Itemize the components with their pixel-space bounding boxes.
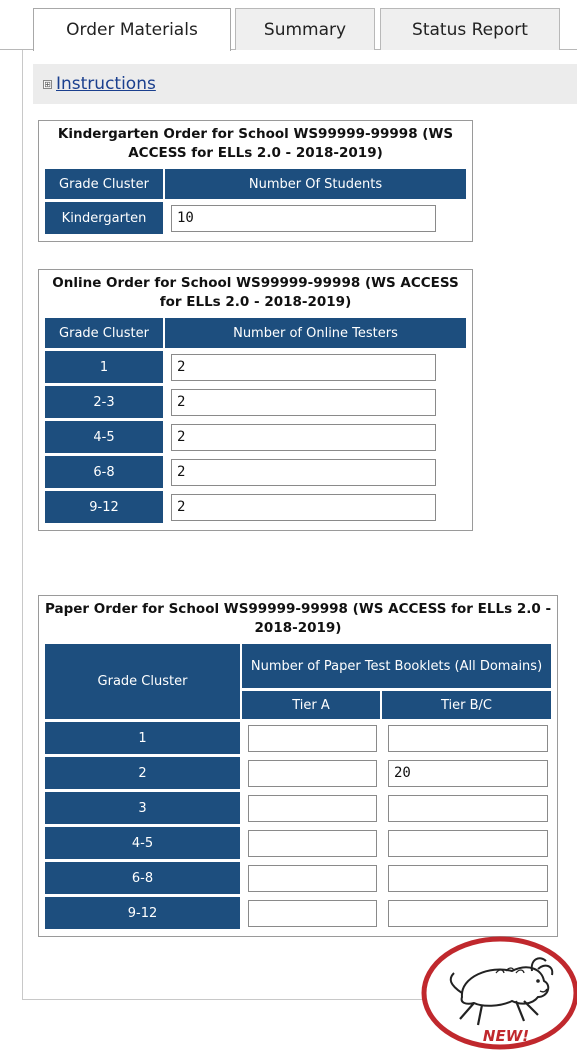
column-header-tier-bc: Tier B/C <box>382 691 551 719</box>
table-row: 3 <box>45 792 551 824</box>
tier-a-input[interactable] <box>248 899 377 927</box>
running-buffalo-icon: NEW! <box>421 936 577 1050</box>
row-label: 4-5 <box>45 421 163 453</box>
table-row: 1 <box>45 722 551 754</box>
table-row: 6-8 <box>45 456 466 488</box>
tab-status-report[interactable]: Status Report <box>380 8 560 50</box>
tier-bc-input[interactable] <box>388 759 548 787</box>
online-testers-input[interactable] <box>171 388 436 416</box>
paper-order-box: Paper Order for School WS99999-99998 (WS… <box>38 595 558 937</box>
table-row: 2 <box>45 757 551 789</box>
paper-table: Grade Cluster Number of Paper Test Bookl… <box>43 641 553 932</box>
row-label: Kindergarten <box>45 202 163 234</box>
tier-bc-input[interactable] <box>388 794 548 822</box>
tier-a-input[interactable] <box>248 759 377 787</box>
tier-bc-input[interactable] <box>388 829 548 857</box>
instructions-bar: ⊞ Instructions <box>33 64 577 104</box>
row-label: 6-8 <box>45 456 163 488</box>
table-row: 2-3 <box>45 386 466 418</box>
students-input[interactable] <box>171 204 436 232</box>
column-header-grade: Grade Cluster <box>45 169 163 199</box>
row-label: 4-5 <box>45 827 240 859</box>
online-testers-input[interactable] <box>171 493 436 521</box>
row-label: 1 <box>45 722 240 754</box>
column-header-paper-booklets: Number of Paper Test Booklets (All Domai… <box>242 644 551 688</box>
table-row: 1 <box>45 351 466 383</box>
row-label: 2 <box>45 757 240 789</box>
table-row: 4-5 <box>45 421 466 453</box>
tier-bc-input[interactable] <box>388 724 548 752</box>
order-panel: ⊞ Instructions Kindergarten Order for Sc… <box>22 50 577 1000</box>
tier-a-input[interactable] <box>248 724 377 752</box>
row-label: 3 <box>45 792 240 824</box>
row-label: 2-3 <box>45 386 163 418</box>
online-table: Grade Cluster Number of Online Testers 1… <box>43 315 468 526</box>
table-row: 9-12 <box>45 897 551 929</box>
online-testers-input[interactable] <box>171 353 436 381</box>
tier-bc-input[interactable] <box>388 899 548 927</box>
row-label: 6-8 <box>45 862 240 894</box>
online-order-box: Online Order for School WS99999-99998 (W… <box>38 269 473 531</box>
table-row: 4-5 <box>45 827 551 859</box>
expand-icon[interactable]: ⊞ <box>43 79 52 89</box>
column-header-grade: Grade Cluster <box>45 318 163 348</box>
row-label: 9-12 <box>45 897 240 929</box>
row-label: 1 <box>45 351 163 383</box>
tier-a-input[interactable] <box>248 864 377 892</box>
kindergarten-order-box: Kindergarten Order for School WS99999-99… <box>38 120 473 242</box>
table-row: Kindergarten <box>45 202 466 234</box>
column-header-online-testers: Number of Online Testers <box>165 318 466 348</box>
new-badge: NEW! <box>420 935 577 1052</box>
column-header-tier-a: Tier A <box>242 691 380 719</box>
table-row: 9-12 <box>45 491 466 523</box>
tab-summary[interactable]: Summary <box>235 8 375 50</box>
online-testers-input[interactable] <box>171 458 436 486</box>
kindergarten-order-title: Kindergarten Order for School WS99999-99… <box>57 126 454 161</box>
column-header-students: Number Of Students <box>165 169 466 199</box>
column-header-grade: Grade Cluster <box>45 644 240 719</box>
paper-order-title: Paper Order for School WS99999-99998 (WS… <box>44 601 552 636</box>
tab-bar: Order Materials Summary Status Report <box>0 0 577 51</box>
kindergarten-table: Grade Cluster Number Of Students Kinderg… <box>43 166 468 237</box>
badge-text: NEW! <box>483 1027 529 1045</box>
row-label: 9-12 <box>45 491 163 523</box>
table-row: 6-8 <box>45 862 551 894</box>
tab-order-materials[interactable]: Order Materials <box>33 8 231 51</box>
tier-a-input[interactable] <box>248 829 377 857</box>
online-order-title: Online Order for School WS99999-99998 (W… <box>52 275 459 310</box>
tier-bc-input[interactable] <box>388 864 548 892</box>
tier-a-input[interactable] <box>248 794 377 822</box>
online-testers-input[interactable] <box>171 423 436 451</box>
instructions-link[interactable]: Instructions <box>56 74 156 94</box>
